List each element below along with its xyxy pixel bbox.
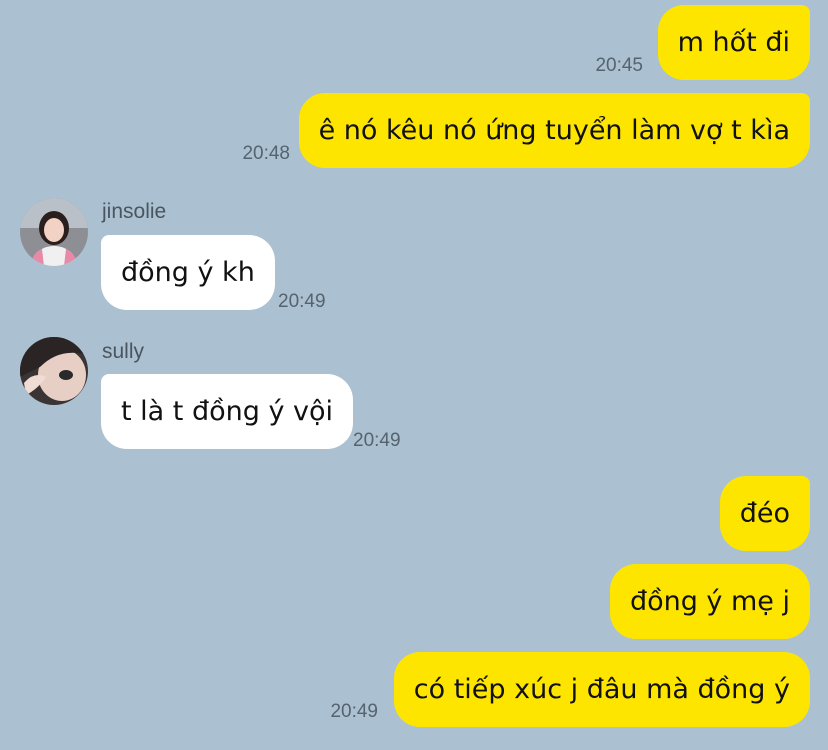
sender-name: jinsolie <box>102 200 167 223</box>
outgoing-message-bubble[interactable]: m hốt đi <box>657 5 810 80</box>
avatar-photo-icon <box>20 198 88 266</box>
message-timestamp: 20:49 <box>330 701 378 722</box>
avatar-photo-icon <box>20 337 88 405</box>
message-timestamp: 20:49 <box>353 430 401 451</box>
outgoing-message-bubble[interactable]: ê nó kêu nó ứng tuyển làm vợ t kìa <box>298 93 810 168</box>
outgoing-message-bubble[interactable]: có tiếp xúc j đâu mà đồng ý <box>393 652 810 727</box>
outgoing-message-bubble[interactable]: đồng ý mẹ j <box>609 564 810 639</box>
sender-name: sully <box>102 340 145 363</box>
avatar-jinsolie[interactable] <box>20 198 88 266</box>
outgoing-message-bubble[interactable]: đéo <box>719 476 810 551</box>
message-timestamp: 20:45 <box>595 55 643 76</box>
message-timestamp: 20:49 <box>278 291 326 312</box>
message-timestamp: 20:48 <box>242 143 290 164</box>
avatar-sully[interactable] <box>20 337 88 405</box>
incoming-message-bubble[interactable]: đồng ý kh <box>101 235 275 310</box>
incoming-message-bubble[interactable]: t là t đồng ý vội <box>101 374 354 449</box>
